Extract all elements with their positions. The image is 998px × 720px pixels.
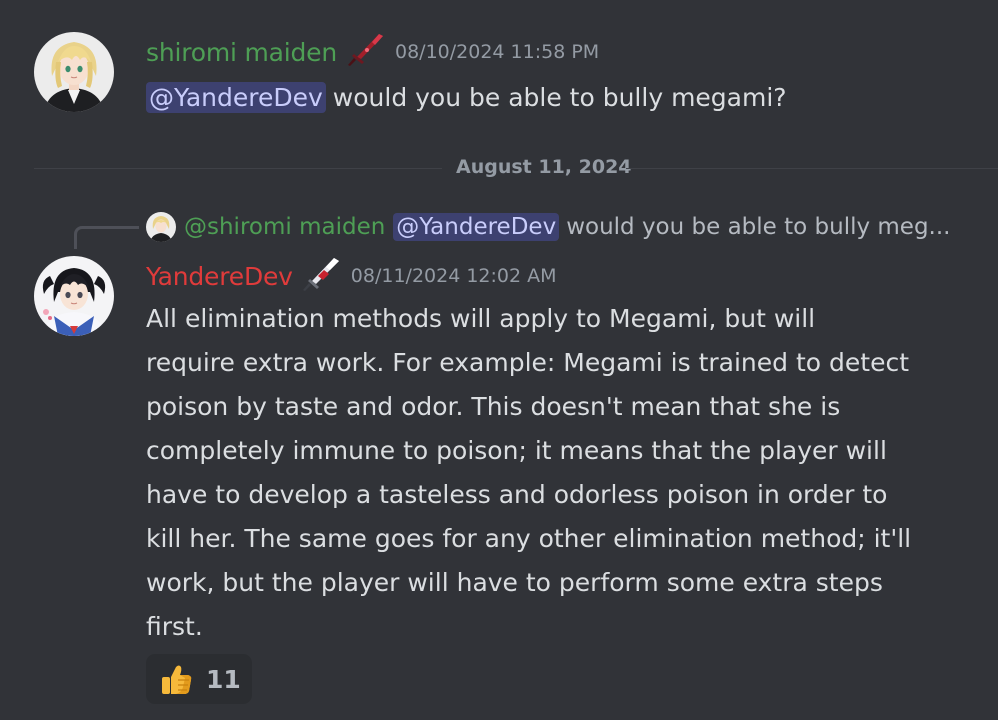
date-divider: August 11, 2024: [34, 153, 998, 183]
thumbs-up-icon: [158, 661, 194, 697]
message-shiromi-maiden: shiromi maiden 08/10/2024 11:58 PM @Yand…: [0, 0, 998, 140]
message-line: completely immune to poison; it means th…: [146, 436, 887, 465]
timestamp[interactable]: 08/11/2024 12:02 AM: [351, 265, 557, 287]
message-line: work, but the player will have to perfor…: [146, 568, 883, 597]
timestamp[interactable]: 08/10/2024 11:58 PM: [395, 41, 599, 63]
message-line: first.: [146, 612, 203, 641]
date-label: August 11, 2024: [456, 156, 632, 178]
user-mention[interactable]: @YandereDev: [146, 81, 326, 113]
message-line: All elimination methods will apply to Me…: [146, 304, 816, 333]
reply-author[interactable]: @shiromi maiden: [184, 214, 385, 240]
message-content: @YandereDev would you be able to bully m…: [146, 78, 787, 116]
message-line: have to develop a tasteless and odorless…: [146, 480, 888, 509]
message-header: YandereDev 08/11/2024 12:02 AM: [146, 256, 557, 296]
reply-connector: [74, 226, 139, 249]
message-line: require extra work. For example: Megami …: [146, 348, 910, 377]
message-line: poison by taste and odor. This doesn't m…: [146, 392, 841, 421]
reply-mention[interactable]: @YandereDev: [393, 213, 560, 241]
message-text: would you be able to bully megami?: [332, 82, 787, 112]
username[interactable]: YandereDev: [146, 262, 293, 291]
red-sword-icon[interactable]: [345, 31, 385, 73]
reply-avatar[interactable]: [146, 212, 176, 242]
divider-line-right: [626, 168, 998, 169]
bloody-knife-icon[interactable]: [301, 255, 341, 297]
reply-preview[interactable]: @shiromi maiden @YandereDev would you be…: [146, 210, 951, 244]
reaction-count: 11: [206, 664, 241, 694]
user-avatar[interactable]: [34, 32, 114, 112]
reply-text[interactable]: would you be able to bully meg...: [566, 214, 950, 240]
reaction-thumbs-up[interactable]: 11: [146, 654, 252, 704]
message-content: All elimination methods will apply to Me…: [146, 297, 986, 649]
divider-line-left: [34, 168, 442, 169]
username[interactable]: shiromi maiden: [146, 38, 337, 67]
message-header: shiromi maiden 08/10/2024 11:58 PM: [146, 32, 599, 72]
message-line: kill her. The same goes for any other el…: [146, 524, 912, 553]
user-avatar[interactable]: [34, 256, 114, 336]
